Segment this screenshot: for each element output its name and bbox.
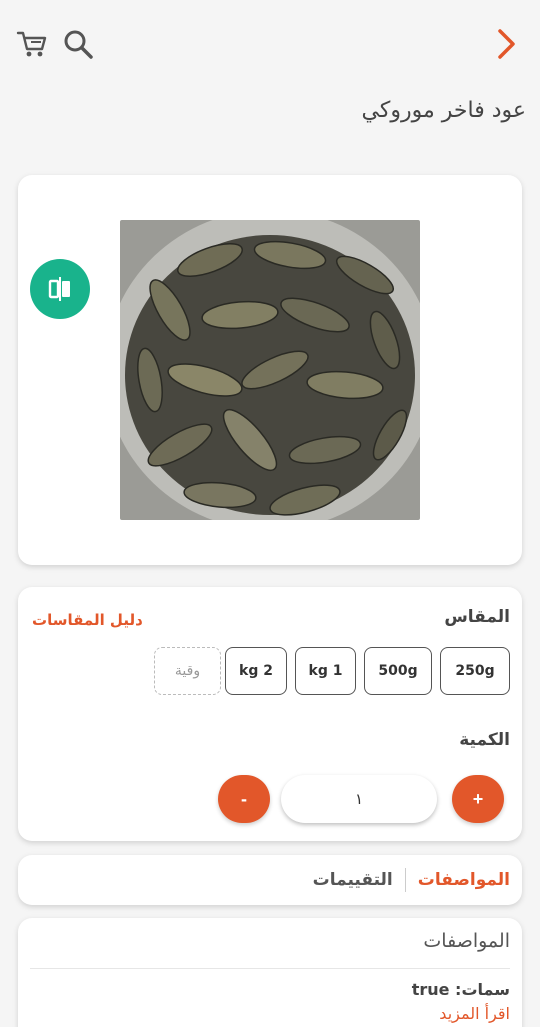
- attribute-text: سمات: true: [411, 980, 510, 999]
- size-option[interactable]: 1 kg: [295, 647, 356, 695]
- cart-icon[interactable]: [12, 24, 52, 64]
- product-image[interactable]: [120, 220, 420, 520]
- size-option[interactable]: 2 kg: [225, 647, 287, 695]
- read-more-link[interactable]: اقرأ المزيد: [439, 1004, 510, 1023]
- divider: [30, 968, 510, 969]
- size-label: المقاس: [444, 607, 510, 627]
- size-option[interactable]: 500g: [364, 647, 432, 695]
- quantity-decrease-button[interactable]: -: [218, 775, 270, 823]
- product-title: عود فاخر موروكي: [361, 98, 526, 123]
- quantity-label: الكمية: [459, 730, 510, 750]
- description-heading: المواصفات: [423, 930, 510, 952]
- quantity-value[interactable]: ١: [281, 775, 437, 823]
- tab-reviews[interactable]: التقييمات: [301, 870, 405, 890]
- tabs-bar: المواصفات التقييمات: [18, 855, 522, 905]
- product-image-card: [18, 175, 522, 565]
- size-option[interactable]: 250g: [440, 647, 510, 695]
- size-option-unavailable[interactable]: وقية: [154, 647, 221, 695]
- compare-icon[interactable]: [30, 259, 90, 319]
- quantity-increase-button[interactable]: +: [452, 775, 504, 823]
- tab-specifications[interactable]: المواصفات: [406, 870, 522, 890]
- options-card: المقاس دليل المقاسات 250g 500g 1 kg 2 kg…: [18, 587, 522, 841]
- top-bar: [0, 0, 540, 88]
- size-guide-link[interactable]: دليل المقاسات: [32, 611, 143, 629]
- tab-divider: [404, 868, 406, 892]
- search-icon[interactable]: [58, 24, 98, 64]
- description-card: المواصفات سمات: true اقرأ المزيد: [18, 918, 522, 1027]
- chevron-right-icon[interactable]: [486, 24, 526, 64]
